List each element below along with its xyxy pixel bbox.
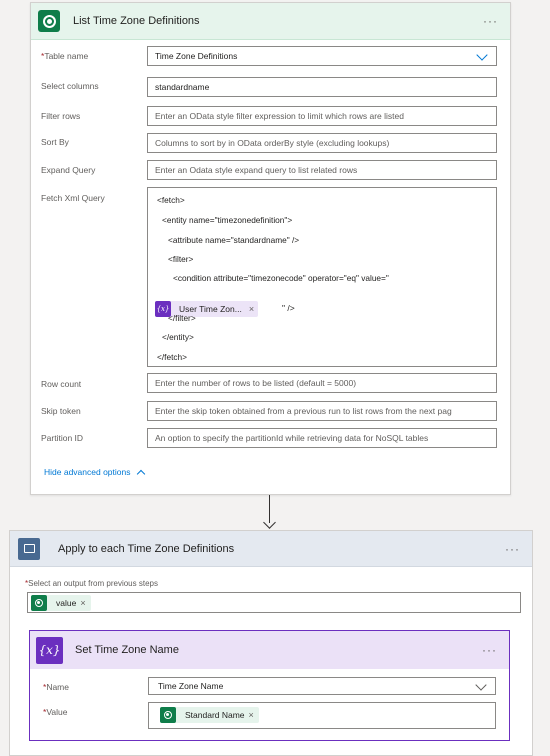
select-output-label: *Select an output from previous steps — [25, 579, 158, 588]
more-options-icon[interactable]: ··· — [482, 643, 497, 657]
remove-token-icon[interactable]: × — [249, 710, 254, 720]
token-label: value — [56, 598, 77, 608]
variable-name-value: Time Zone Name — [158, 681, 224, 691]
chevron-down-icon — [476, 49, 488, 61]
sort-by-input[interactable]: Columns to sort by in OData orderBy styl… — [147, 133, 497, 153]
table-name-label: *Table name — [41, 51, 89, 61]
more-options-icon[interactable]: ··· — [483, 14, 498, 28]
arrow-down-icon — [263, 516, 276, 529]
remove-token-icon[interactable]: × — [80, 598, 85, 608]
apply-to-each-title: Apply to each Time Zone Definitions — [58, 542, 235, 555]
filter-rows-label: Filter rows — [41, 111, 81, 121]
value-token[interactable]: value × — [31, 595, 91, 611]
list-rows-action-card: List Time Zone Definitions ··· *Table na… — [30, 2, 511, 495]
remove-token-icon[interactable]: × — [249, 304, 254, 314]
dataverse-icon — [160, 707, 176, 723]
skip-token-label: Skip token — [41, 406, 81, 416]
set-variable-title: Set Time Zone Name — [75, 644, 179, 656]
xml-line: <entity name="timezonedefinition"> — [162, 215, 293, 225]
xml-line: <filter> — [168, 254, 194, 264]
xml-line: <attribute name="standardname" /> — [168, 235, 300, 245]
apply-to-each-header[interactable]: Apply to each Time Zone Definitions ··· — [10, 531, 532, 567]
select-output-input[interactable]: value × — [27, 592, 521, 613]
variable-icon: {x} — [36, 636, 63, 664]
standard-name-token[interactable]: Standard Name × — [160, 707, 259, 723]
select-columns-label: Select columns — [41, 81, 99, 91]
xml-line: </fetch> — [157, 352, 187, 362]
table-name-dropdown[interactable]: Time Zone Definitions — [147, 46, 497, 66]
filter-rows-input[interactable]: Enter an OData style filter expression t… — [147, 106, 497, 126]
select-columns-input[interactable]: standardname — [147, 77, 497, 97]
variable-name-dropdown[interactable]: Time Zone Name — [148, 677, 496, 695]
xml-token-suffix: " /> — [282, 303, 295, 313]
partition-id-label: Partition ID — [41, 433, 84, 443]
dataverse-icon — [31, 595, 47, 611]
dataverse-icon — [38, 10, 60, 32]
expand-query-label: Expand Query — [41, 165, 96, 175]
list-rows-header[interactable]: List Time Zone Definitions ··· — [31, 3, 510, 40]
skip-token-input[interactable]: Enter the skip token obtained from a pre… — [147, 401, 497, 421]
set-variable-header[interactable]: {x} Set Time Zone Name ··· — [30, 631, 509, 669]
loop-icon — [18, 537, 40, 560]
expand-query-input[interactable]: Enter an Odata style expand query to lis… — [147, 160, 497, 180]
row-count-input[interactable]: Enter the number of rows to be listed (d… — [147, 373, 497, 393]
row-count-label: Row count — [41, 379, 82, 389]
sort-by-label: Sort By — [41, 137, 69, 147]
fetch-xml-label: Fetch Xml Query — [41, 193, 105, 203]
xml-line: </filter> — [168, 313, 196, 323]
partition-id-input[interactable]: An option to specify the partitionId whi… — [147, 428, 497, 448]
variable-value-input[interactable]: Standard Name × — [148, 702, 496, 729]
fetch-xml-editor[interactable]: <fetch> <entity name="timezonedefinition… — [147, 187, 497, 367]
hide-advanced-options-link[interactable]: Hide advanced options — [44, 467, 146, 478]
chevron-up-icon — [137, 469, 146, 478]
action-title: List Time Zone Definitions — [73, 15, 200, 27]
table-name-value: Time Zone Definitions — [155, 51, 238, 61]
set-variable-card: {x} Set Time Zone Name ··· *Name Time Zo… — [29, 630, 510, 741]
value-label: *Value — [43, 707, 68, 717]
xml-line: </entity> — [162, 332, 194, 342]
xml-line: <condition attribute="timezonecode" oper… — [173, 273, 389, 283]
more-options-icon[interactable]: ··· — [505, 542, 520, 556]
token-label: Standard Name — [185, 710, 245, 720]
chevron-down-icon — [475, 679, 487, 691]
name-label: *Name — [43, 682, 69, 692]
xml-line: <fetch> — [157, 195, 185, 205]
hide-advanced-label: Hide advanced options — [44, 467, 131, 477]
